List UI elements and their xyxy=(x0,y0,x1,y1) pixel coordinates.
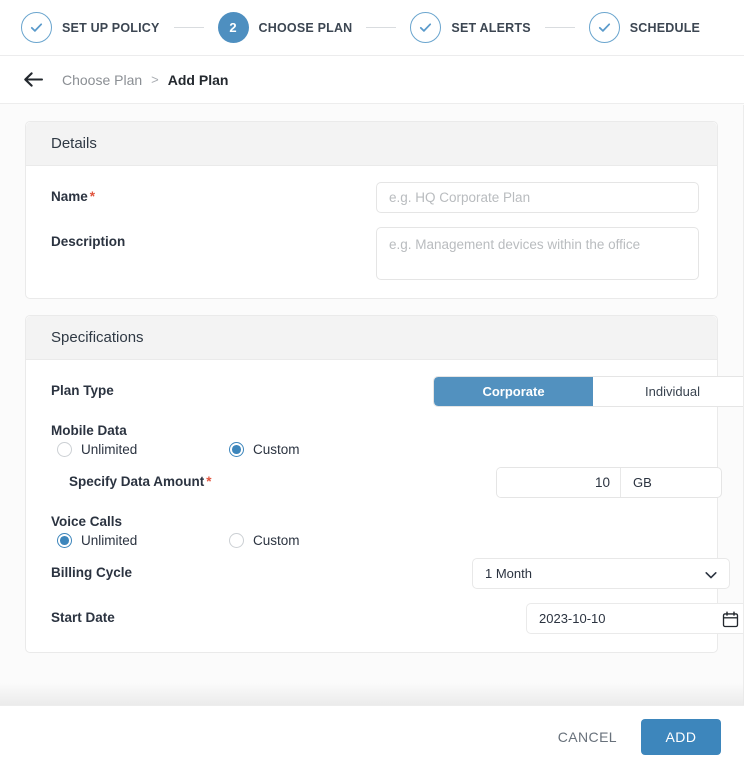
plan-type-option-corporate[interactable]: Corporate xyxy=(434,377,593,406)
form-footer: CANCEL ADD xyxy=(0,705,744,767)
start-date-picker[interactable]: 2023-10-10 xyxy=(526,603,744,634)
breadcrumb-separator: > xyxy=(151,72,159,87)
billing-cycle-value: 1 Month xyxy=(485,566,532,581)
radio-label: Unlimited xyxy=(81,442,137,457)
step-label: SET UP POLICY xyxy=(62,21,160,35)
add-button[interactable]: ADD xyxy=(641,719,721,755)
arrow-left-icon[interactable] xyxy=(20,67,46,93)
plan-type-segmented-control: Corporate Individual xyxy=(433,376,744,407)
name-input[interactable] xyxy=(376,182,699,213)
chevron-down-icon xyxy=(703,567,719,588)
billing-cycle-label: Billing Cycle xyxy=(51,558,376,580)
data-amount-combo: GB xyxy=(496,467,722,498)
step-label: CHOOSE PLAN xyxy=(259,21,353,35)
details-card-body: Name* Description xyxy=(26,166,717,298)
step-complete-check-icon xyxy=(589,12,620,43)
voice-calls-option-custom[interactable]: Custom xyxy=(229,533,401,548)
description-label: Description xyxy=(51,227,376,249)
mobile-data-option-unlimited[interactable]: Unlimited xyxy=(57,442,229,457)
name-label-wrap: Name* xyxy=(51,182,376,204)
radio-icon-selected xyxy=(229,442,244,457)
mobile-data-radio-group: Unlimited Custom xyxy=(57,442,692,457)
step-schedule[interactable]: SCHEDULE xyxy=(589,12,700,43)
data-amount-unit[interactable]: GB xyxy=(621,468,721,497)
step-connector xyxy=(545,27,575,29)
voice-calls-option-unlimited[interactable]: Unlimited xyxy=(57,533,229,548)
step-choose-plan[interactable]: 2 CHOOSE PLAN xyxy=(218,12,353,43)
breadcrumb-parent[interactable]: Choose Plan xyxy=(62,72,142,88)
step-connector xyxy=(174,27,204,29)
data-amount-label: Specify Data Amount xyxy=(69,474,204,489)
data-amount-label-wrap: Specify Data Amount* xyxy=(51,467,376,489)
details-card-title: Details xyxy=(26,122,717,166)
radio-icon xyxy=(57,442,72,457)
breadcrumb: Choose Plan > Add Plan xyxy=(0,56,744,104)
step-set-up-policy[interactable]: SET UP POLICY xyxy=(21,12,160,43)
plan-type-option-individual[interactable]: Individual xyxy=(593,377,744,406)
wizard-stepper: SET UP POLICY 2 CHOOSE PLAN SET ALERTS S… xyxy=(0,0,744,56)
breadcrumb-current: Add Plan xyxy=(168,72,229,88)
name-required-mark: * xyxy=(90,189,95,204)
description-textarea[interactable] xyxy=(376,227,699,280)
voice-calls-group: Voice Calls Unlimited Custom xyxy=(51,512,692,548)
name-field-wrap xyxy=(376,182,699,213)
data-amount-field-wrap: GB xyxy=(496,467,722,498)
plan-type-label: Plan Type xyxy=(51,376,376,398)
specifications-card-body: Plan Type Corporate Individual Mobile Da… xyxy=(26,360,717,652)
billing-cycle-select[interactable]: 1 Month xyxy=(472,558,730,589)
specifications-card-title: Specifications xyxy=(26,316,717,360)
form-scroll-area: Details Name* Description xyxy=(0,105,744,705)
name-label: Name xyxy=(51,189,88,204)
step-label: SET ALERTS xyxy=(451,21,530,35)
radio-label: Unlimited xyxy=(81,533,137,548)
mobile-data-option-custom[interactable]: Custom xyxy=(229,442,401,457)
step-set-alerts[interactable]: SET ALERTS xyxy=(410,12,530,43)
start-date-field-wrap: 2023-10-10 xyxy=(526,603,744,634)
add-plan-screen: SET UP POLICY 2 CHOOSE PLAN SET ALERTS S… xyxy=(0,0,744,767)
plan-type-row: Plan Type Corporate Individual xyxy=(51,376,692,407)
specifications-card: Specifications Plan Type Corporate Indiv… xyxy=(25,315,718,653)
mobile-data-group: Mobile Data Unlimited Custom xyxy=(51,421,692,457)
cancel-button[interactable]: CANCEL xyxy=(544,721,631,753)
step-label: SCHEDULE xyxy=(630,21,700,35)
start-date-label: Start Date xyxy=(51,603,376,625)
name-row: Name* xyxy=(51,182,692,213)
voice-calls-label: Voice Calls xyxy=(51,512,692,529)
step-number-badge: 2 xyxy=(218,12,249,43)
step-complete-check-icon xyxy=(21,12,52,43)
mobile-data-label: Mobile Data xyxy=(51,421,692,438)
step-complete-check-icon xyxy=(410,12,441,43)
radio-icon-selected xyxy=(57,533,72,548)
billing-cycle-field-wrap: 1 Month xyxy=(472,558,730,589)
start-date-row: Start Date 2023-10-10 xyxy=(51,603,692,634)
step-connector xyxy=(366,27,396,29)
billing-cycle-row: Billing Cycle 1 Month xyxy=(51,558,692,589)
radio-label: Custom xyxy=(253,533,300,548)
description-row: Description xyxy=(51,227,692,280)
data-amount-required-mark: * xyxy=(206,474,211,489)
data-amount-input[interactable] xyxy=(497,468,621,497)
calendar-icon[interactable] xyxy=(722,611,739,633)
details-card: Details Name* Description xyxy=(25,121,718,299)
description-field-wrap xyxy=(376,227,699,280)
start-date-value: 2023-10-10 xyxy=(539,611,606,626)
plan-type-field-wrap: Corporate Individual xyxy=(433,376,744,407)
data-amount-row: Specify Data Amount* GB xyxy=(51,467,692,498)
voice-calls-radio-group: Unlimited Custom xyxy=(57,533,692,548)
radio-label: Custom xyxy=(253,442,300,457)
radio-icon xyxy=(229,533,244,548)
